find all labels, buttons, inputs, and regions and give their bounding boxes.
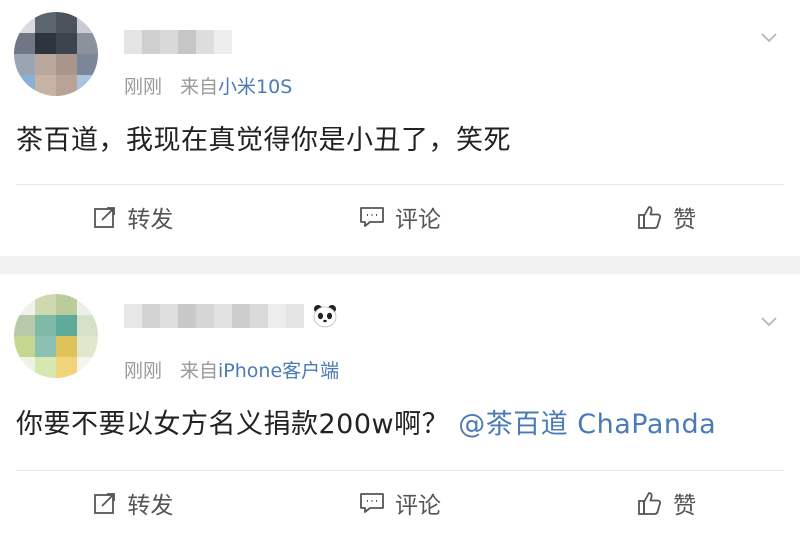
comment-button[interactable]: 评论 xyxy=(267,482,534,524)
comment-icon xyxy=(360,493,384,513)
post-meta: 刚刚 来自小米10S xyxy=(124,72,292,99)
username-blurred[interactable] xyxy=(124,304,338,328)
repost-label: 转发 xyxy=(127,493,174,519)
post-body: 茶百道，我现在真觉得你是小丑了，笑死 xyxy=(16,125,511,156)
post-card: 刚刚 来自小米10S 茶百道，我现在真觉得你是小丑了，笑死 转发 评论 赞 xyxy=(0,0,800,256)
thumbs-up-icon xyxy=(638,206,662,229)
panda-icon xyxy=(312,304,338,328)
post-card: 刚刚 来自iPhone客户端 你要不要以女方名义捐款200w啊？ @茶百道 Cha… xyxy=(0,274,800,543)
action-bar: 转发 评论 赞 xyxy=(0,196,800,238)
like-button[interactable]: 赞 xyxy=(533,196,800,238)
repost-button[interactable]: 转发 xyxy=(0,196,267,238)
divider xyxy=(16,470,784,471)
comment-icon xyxy=(360,207,384,227)
post-time: 刚刚 xyxy=(124,360,163,382)
thumbs-up-icon xyxy=(638,492,662,515)
repost-icon xyxy=(94,207,116,228)
mention-link[interactable]: @茶百道 ChaPanda xyxy=(458,409,716,440)
like-label: 赞 xyxy=(673,493,697,519)
post-source[interactable]: iPhone客户端 xyxy=(218,360,339,382)
repost-button[interactable]: 转发 xyxy=(0,482,267,524)
post-body: 你要不要以女方名义捐款200w啊？ xyxy=(16,409,450,440)
avatar[interactable] xyxy=(14,12,98,96)
avatar[interactable] xyxy=(14,294,98,378)
post-text: 茶百道，我现在真觉得你是小丑了，笑死 xyxy=(16,118,511,157)
post-source[interactable]: 小米10S xyxy=(218,76,292,98)
source-prefix: 来自 xyxy=(180,360,219,382)
repost-icon xyxy=(94,493,116,514)
post-meta: 刚刚 来自iPhone客户端 xyxy=(124,356,339,383)
repost-label: 转发 xyxy=(127,207,174,233)
like-button[interactable]: 赞 xyxy=(533,482,800,524)
post-text: 你要不要以女方名义捐款200w啊？ @茶百道 ChaPanda xyxy=(16,402,716,441)
chevron-down-icon[interactable] xyxy=(760,28,778,46)
source-prefix: 来自 xyxy=(180,76,219,98)
comment-button[interactable]: 评论 xyxy=(267,196,534,238)
comment-label: 评论 xyxy=(395,493,441,519)
chevron-down-icon[interactable] xyxy=(760,312,778,330)
comment-label: 评论 xyxy=(395,207,441,233)
post-time: 刚刚 xyxy=(124,76,163,98)
like-label: 赞 xyxy=(673,207,697,233)
username-blurred[interactable] xyxy=(124,30,232,54)
divider xyxy=(16,184,784,185)
action-bar: 转发 评论 赞 xyxy=(0,482,800,524)
